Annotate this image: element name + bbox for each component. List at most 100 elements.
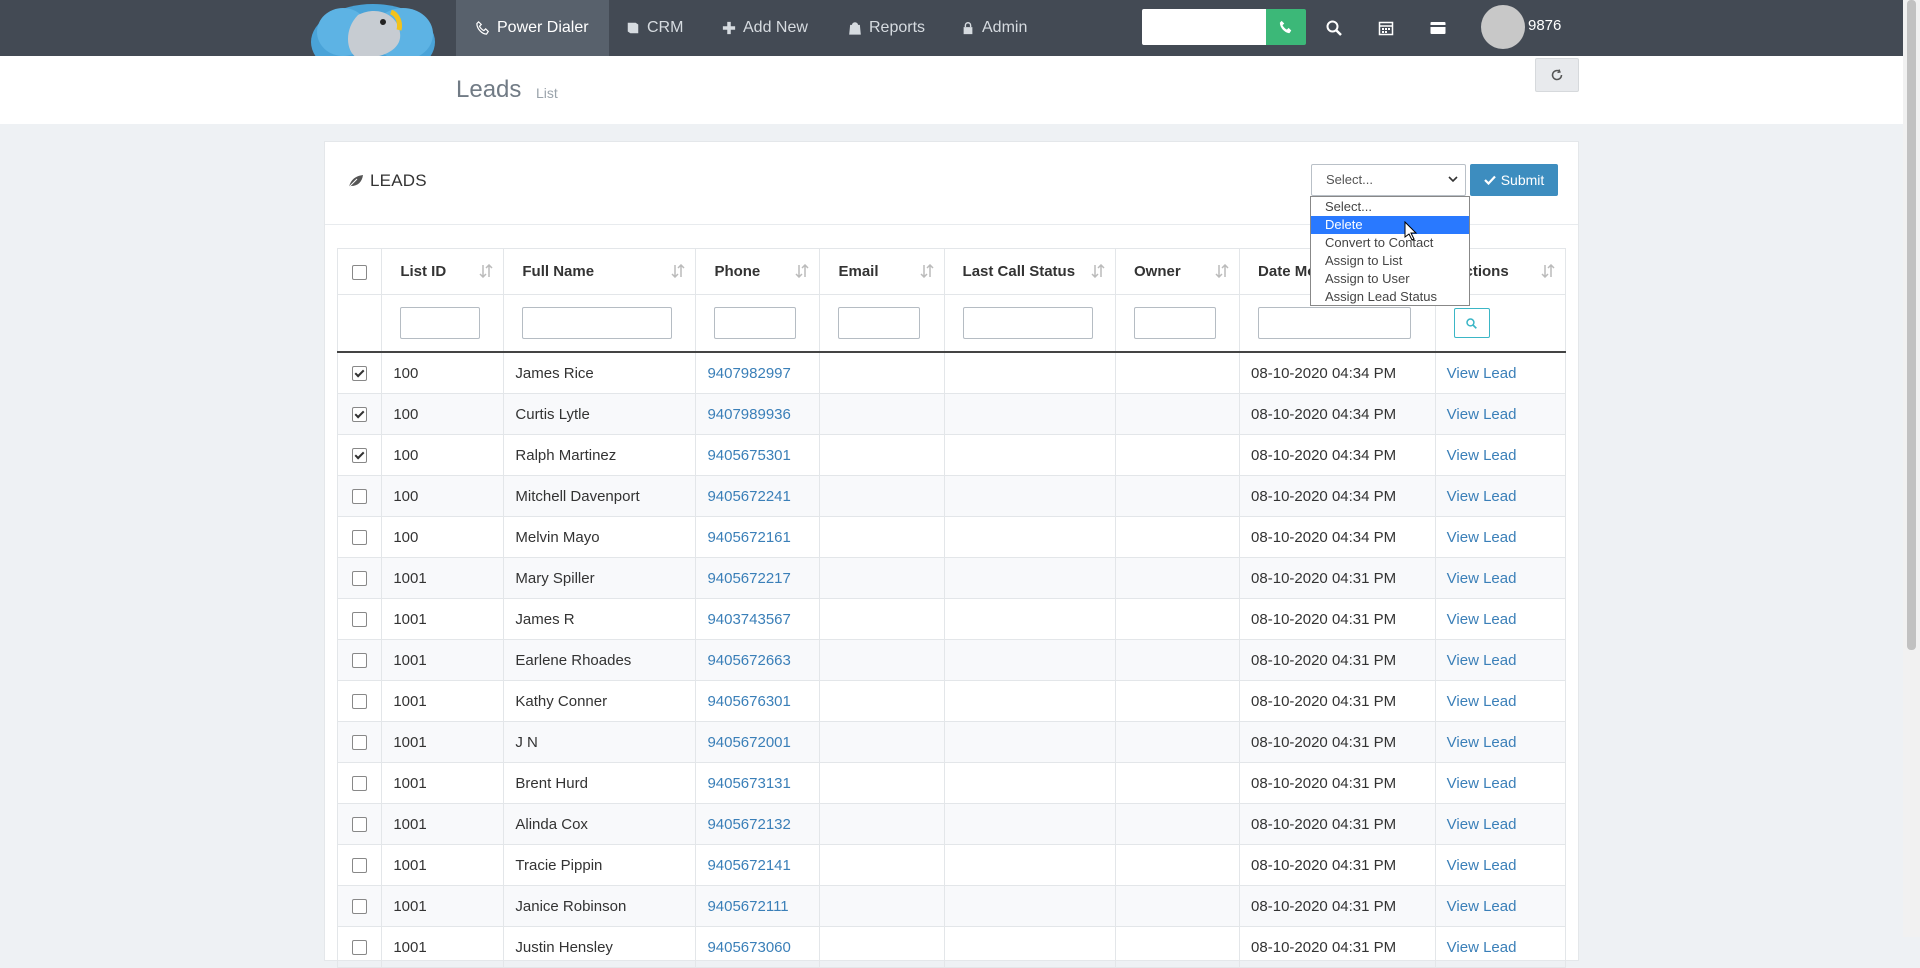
row-checkbox[interactable] [352,612,368,628]
dropdown-option[interactable]: Delete [1311,216,1469,234]
nav-crm[interactable]: CRM [626,0,683,56]
row-checkbox[interactable] [352,858,368,874]
cell-action[interactable]: View Lead [1447,611,1517,628]
filter-owner[interactable] [1134,307,1216,339]
nav-power-dialer[interactable]: Power Dialer [456,0,609,56]
row-checkbox[interactable] [352,571,368,587]
cell-phone[interactable]: 9405673131 [707,775,790,792]
cell-phone[interactable]: 9405676301 [707,693,790,710]
scrollbar-thumb[interactable] [1907,0,1916,650]
cell-phone[interactable]: 9405673060 [707,939,790,956]
nav-reports[interactable]: Reports [848,0,925,56]
cell-action[interactable]: View Lead [1447,652,1517,669]
row-checkbox[interactable] [352,940,368,956]
nav-label: Power Dialer [497,19,589,36]
filter-full-name[interactable] [522,307,673,339]
dropdown-option[interactable]: Assign to List [1311,252,1469,270]
dropdown-option[interactable]: Assign to User [1311,270,1469,288]
bulk-action-value: Select... [1326,172,1373,187]
page-header [0,56,1903,124]
cell-phone[interactable]: 9403743567 [707,611,790,628]
filter-email[interactable] [838,307,921,339]
search-button[interactable] [1320,14,1348,42]
row-checkbox[interactable] [352,694,368,710]
cell-phone[interactable]: 9405672217 [707,570,790,587]
nav-add-new[interactable]: Add New [722,0,808,56]
cell-name: Brent Hurd [515,774,588,792]
cell-phone[interactable]: 9405672663 [707,652,790,669]
filter-phone[interactable] [714,307,797,339]
cell-action[interactable]: View Lead [1447,406,1517,423]
column-header-full-name[interactable]: Full Name [503,248,697,295]
cell-action[interactable]: View Lead [1447,447,1517,464]
bulk-action-select[interactable]: Select... [1311,164,1466,196]
column-label: Owner [1134,263,1181,280]
row-checkbox[interactable] [352,530,368,546]
row-checkbox[interactable] [352,366,368,382]
row-checkbox[interactable] [352,817,368,833]
cell-list_id: 1001 [393,692,427,710]
submit-button[interactable]: Submit [1470,164,1558,196]
cell-list_id: 100 [393,364,419,382]
cell-action[interactable]: View Lead [1447,529,1517,546]
cell-action[interactable]: View Lead [1447,365,1517,382]
refresh-button[interactable] [1535,58,1579,92]
cell-action[interactable]: View Lead [1447,488,1517,505]
phone-icon [1279,20,1292,34]
dial-number-input[interactable] [1142,9,1266,45]
cell-action[interactable]: View Lead [1447,816,1517,833]
filter-search-button[interactable] [1453,308,1490,338]
row-checkbox[interactable] [352,776,368,792]
user-avatar[interactable] [1481,5,1525,49]
filter-list-id[interactable] [400,307,481,339]
cell-action[interactable]: View Lead [1447,570,1517,587]
column-header-list-id[interactable]: List ID [381,248,505,295]
cell-phone[interactable]: 9405672132 [707,816,790,833]
row-checkbox[interactable] [352,407,368,423]
cell-phone[interactable]: 9405672161 [707,529,790,546]
cell-phone[interactable]: 9405672241 [707,488,790,505]
filter-date-modified[interactable] [1258,307,1412,339]
card-button[interactable] [1424,14,1452,42]
cell-action[interactable]: View Lead [1447,939,1517,956]
dropdown-option[interactable]: Assign Lead Status [1311,288,1469,306]
cell-list_id: 1001 [393,733,427,751]
sort-icon [920,264,934,278]
cell-phone[interactable]: 9407989936 [707,406,790,423]
column-header-phone[interactable]: Phone [695,248,821,295]
column-header-owner[interactable]: Owner [1114,248,1241,295]
select-all-checkbox[interactable] [352,264,368,280]
cell-name: Alinda Cox [515,815,588,833]
filter-last-call-status[interactable] [962,307,1093,339]
row-checkbox[interactable] [352,448,368,464]
cell-action[interactable]: View Lead [1447,857,1517,874]
column-header-email[interactable]: Email [819,248,945,295]
dropdown-option[interactable]: Convert to Contact [1311,234,1469,252]
column-header-last-call-status[interactable]: Last Call Status [943,248,1117,295]
row-checkbox[interactable] [352,735,368,751]
row-checkbox[interactable] [352,899,368,915]
dial-call-button[interactable] [1266,9,1306,45]
cell-action[interactable]: View Lead [1447,898,1517,915]
cell-phone[interactable]: 9405672141 [707,857,790,874]
cell-list_id: 1001 [393,651,427,669]
table-row: 100 James Rice 9407982997 08-10-2020 04:34 … [336,351,1567,394]
nav-admin[interactable]: Admin [961,0,1027,56]
sort-icon [795,264,810,278]
cell-action[interactable]: View Lead [1447,734,1517,751]
table-row: 1001 James R 9403743567 08-10-2020 04:31 PM… [336,598,1567,640]
sort-icon [1091,264,1105,278]
cell-action[interactable]: View Lead [1447,775,1517,792]
calendar-button[interactable] [1372,14,1400,42]
cell-phone[interactable]: 9405672111 [707,898,788,915]
cell-phone[interactable]: 9407982997 [707,365,790,382]
cell-phone[interactable]: 9405675301 [707,447,790,464]
row-checkbox[interactable] [352,653,368,669]
dropdown-option[interactable]: Select... [1311,198,1469,216]
cell-action[interactable]: View Lead [1447,693,1517,710]
leaf-icon [348,175,363,188]
cell-date: 08-10-2020 04:34 PM [1251,528,1397,546]
row-checkbox[interactable] [352,489,368,505]
cell-phone[interactable]: 9405672001 [707,734,790,751]
user-number[interactable]: 9876 [1528,17,1561,34]
